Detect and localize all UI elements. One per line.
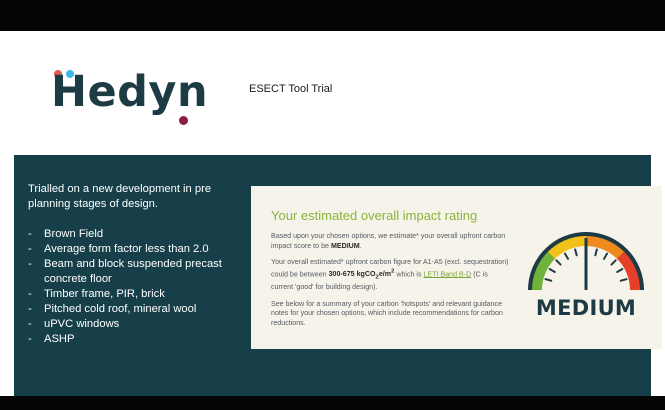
list-item: Beam and block suspended precast concret…	[28, 257, 238, 287]
list-item: Average form factor less than 2.0	[28, 242, 238, 257]
impact-body: Based upon your chosen options, we estim…	[271, 232, 511, 336]
carbon-figure-value: 300-675 kgCO2e/m2	[328, 269, 395, 281]
logo-dot-maroon	[179, 116, 188, 125]
page-title: ESECT Tool Trial	[249, 83, 333, 95]
impact-summary-rating: MEDIUM	[330, 241, 360, 250]
window-top-bar	[0, 0, 665, 31]
carbon-unit: e/m	[378, 270, 392, 279]
trial-intro: Trialled on a new development in pre pla…	[28, 183, 212, 210]
impact-guidance: See below for a summary of your carbon '…	[271, 299, 503, 327]
impact-summary-text: Based upon your chosen options, we estim…	[271, 232, 506, 250]
carbon-figure-mid: which is	[394, 270, 424, 279]
impact-title: Your estimated overall impact rating	[271, 208, 478, 223]
rating-gauge: MEDIUM	[527, 226, 645, 326]
gauge-dial-icon	[528, 232, 644, 290]
impact-rating-card: Your estimated overall impact rating Bas…	[251, 186, 662, 349]
content-panel: Trialled on a new development in pre pla…	[14, 155, 662, 396]
list-item: Brown Field	[28, 227, 238, 242]
slide-header: Hedyn ESECT Tool Trial	[14, 31, 651, 155]
list-item: uPVC windows	[28, 317, 238, 332]
trial-spec-list: Brown Field Average form factor less tha…	[28, 227, 238, 347]
carbon-value: 300-675 kgCO	[328, 270, 376, 279]
gauge-rating-label: MEDIUM	[535, 296, 637, 320]
trial-description: Trialled on a new development in pre pla…	[28, 182, 238, 347]
list-item: Timber frame, PIR, brick	[28, 287, 238, 302]
list-item: Pitched cold roof, mineral wool	[28, 302, 238, 317]
impact-carbon-figure: Your overall estimated* upfront carbon f…	[271, 258, 511, 293]
logo-text: Hedyn	[51, 67, 209, 117]
impact-summary-end: .	[359, 241, 362, 250]
impact-summary: Based upon your chosen options, we estim…	[271, 232, 511, 251]
leti-band-link[interactable]: LETI Band B-D	[424, 270, 472, 278]
window-bottom-bar	[0, 396, 665, 410]
slide: Hedyn ESECT Tool Trial Trialled on a new…	[14, 31, 662, 396]
list-item: ASHP	[28, 332, 238, 347]
